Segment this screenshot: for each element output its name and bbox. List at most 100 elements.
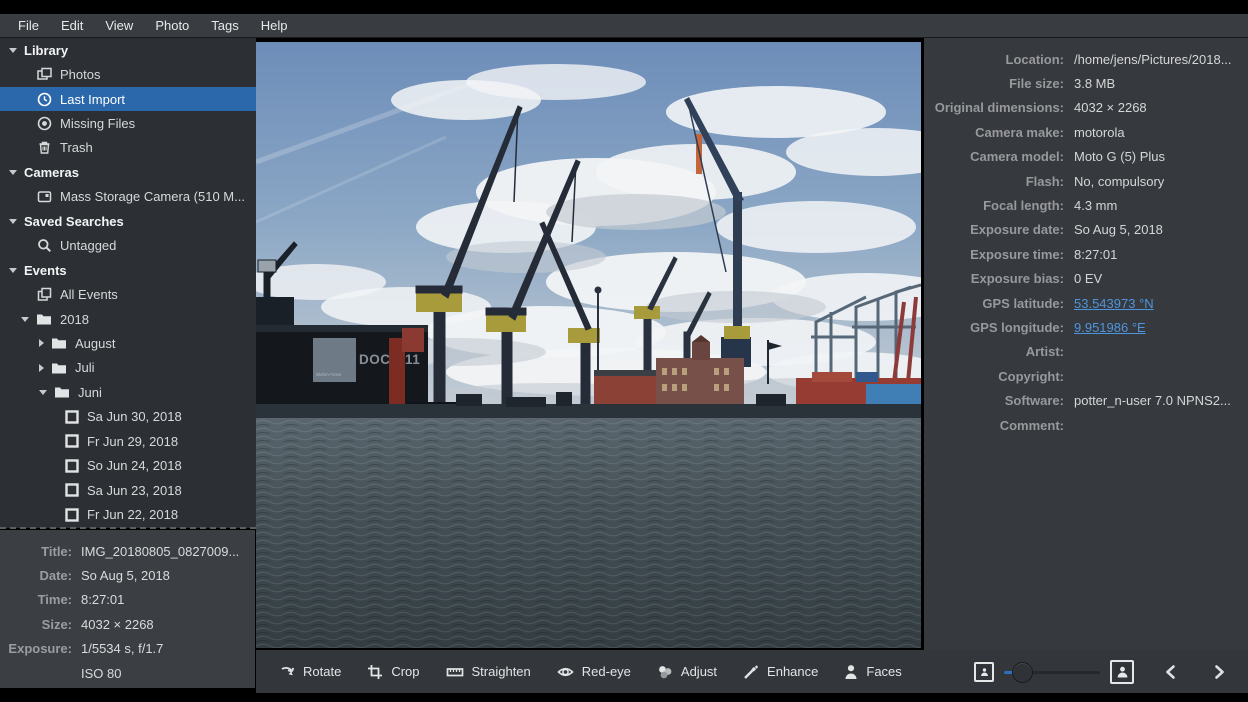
sidebar-item-event-date[interactable]: Fr Jun 22, 2018: [0, 502, 256, 526]
chevron-down-icon[interactable]: [21, 317, 29, 322]
sidebar-item-label: Fr Jun 22, 2018: [87, 507, 178, 522]
toolbar-button-label: Faces: [866, 664, 901, 679]
chevron-down-icon[interactable]: [9, 268, 17, 273]
folder-icon: [51, 361, 67, 375]
chevron-down-icon[interactable]: [9, 219, 17, 224]
detail-value: 8:27:01: [1074, 247, 1117, 262]
detail-row-exposure-time: Exposure time: 8:27:01: [924, 242, 1248, 266]
detail-row-file-size: File size: 3.8 MB: [924, 71, 1248, 95]
sidebar-header-cameras[interactable]: Cameras: [0, 160, 256, 184]
toolbar-button-label: Rotate: [303, 664, 341, 679]
folder-icon: [54, 385, 70, 399]
info-row-size: Size: 4032 × 2268: [0, 612, 255, 636]
toolbar-button-label: Adjust: [681, 664, 717, 679]
sidebar-item-missing-files[interactable]: Missing Files: [0, 111, 256, 135]
folder-icon: [36, 312, 52, 326]
sidebar-item-2018[interactable]: 2018: [0, 307, 256, 331]
zoom-slider-knob[interactable]: [1012, 662, 1033, 683]
menu-help[interactable]: Help: [250, 18, 299, 33]
next-photo-button[interactable]: [1202, 660, 1238, 684]
chevron-down-icon[interactable]: [9, 48, 17, 53]
gps-longitude-link[interactable]: 9.951986 °E: [1074, 320, 1146, 335]
detail-row-flash: Flash: No, compulsory: [924, 169, 1248, 193]
trash-icon: [37, 140, 52, 155]
detail-value: No, compulsory: [1074, 174, 1164, 189]
detail-row-comment: Comment:: [924, 413, 1248, 437]
menu-photo[interactable]: Photo: [144, 18, 200, 33]
menu-tags[interactable]: Tags: [200, 18, 249, 33]
sidebar-item-juli[interactable]: Juli: [0, 356, 256, 380]
sidebar-item-label: 2018: [60, 312, 89, 327]
chevron-right-icon[interactable]: [39, 364, 44, 372]
sidebar-header-events[interactable]: Events: [0, 258, 256, 282]
menu-edit[interactable]: Edit: [50, 18, 94, 33]
detail-row-focal-length: Focal length: 4.3 mm: [924, 193, 1248, 217]
info-row-iso: ISO 80: [0, 661, 255, 685]
event-date-icon: [65, 434, 79, 448]
detail-label: Flash:: [924, 174, 1064, 189]
sidebar-header-saved-searches[interactable]: Saved Searches: [0, 209, 256, 233]
info-value: So Aug 5, 2018: [81, 568, 170, 583]
menu-view[interactable]: View: [94, 18, 144, 33]
toolbar-button-label: Straighten: [472, 664, 531, 679]
detail-label: Comment:: [924, 418, 1064, 433]
detail-label: Camera make:: [924, 125, 1064, 140]
sidebar-header-label: Library: [24, 43, 68, 58]
gps-latitude-link[interactable]: 53.543973 °N: [1074, 296, 1154, 311]
sidebar-item-photos[interactable]: Photos: [0, 62, 256, 86]
clock-icon: [37, 92, 52, 107]
sidebar-item-event-date[interactable]: Sa Jun 23, 2018: [0, 478, 256, 502]
sidebar-item-mass-storage-camera[interactable]: Mass Storage Camera (510 M...: [0, 185, 256, 209]
info-label: Title:: [0, 544, 72, 559]
info-row-exposure: Exposure: 1/5534 s, f/1.7: [0, 637, 255, 661]
enhance-icon: [743, 664, 759, 680]
straighten-button[interactable]: Straighten: [433, 658, 544, 686]
toolbar-button-label: Red-eye: [582, 664, 631, 679]
detail-row-original-dimensions: Original dimensions: 4032 × 2268: [924, 96, 1248, 120]
info-value: 8:27:01: [81, 592, 124, 607]
crop-icon: [367, 664, 383, 680]
sidebar-item-event-date[interactable]: Fr Jun 29, 2018: [0, 429, 256, 453]
enhance-button[interactable]: Enhance: [730, 658, 831, 686]
sidebar-item-last-import[interactable]: Last Import: [0, 87, 256, 111]
adjust-button[interactable]: Adjust: [644, 658, 730, 686]
rotate-button[interactable]: Rotate: [266, 658, 354, 686]
sidebar-item-untagged[interactable]: Untagged: [0, 234, 256, 258]
sidebar-item-trash[interactable]: Trash: [0, 136, 256, 160]
photos-icon: [37, 67, 52, 82]
detail-label: File size:: [924, 76, 1064, 91]
previous-photo-button[interactable]: [1152, 660, 1188, 684]
sidebar-item-event-date[interactable]: Sa Jun 30, 2018: [0, 405, 256, 429]
menu-file[interactable]: File: [7, 18, 50, 33]
sidebar-header-library[interactable]: Library: [0, 38, 256, 62]
sidebar-item-event-date[interactable]: So Jun 24, 2018: [0, 453, 256, 477]
chevron-right-icon[interactable]: [39, 339, 44, 347]
faces-button[interactable]: Faces: [831, 658, 914, 686]
info-label: Size:: [0, 617, 72, 632]
detail-label: Location:: [924, 52, 1064, 67]
sidebar-item-august[interactable]: August: [0, 331, 256, 355]
toolbar-button-label: Crop: [391, 664, 419, 679]
folder-icon: [51, 336, 67, 350]
detail-row-gps-longitude: GPS longitude: 9.951986 °E: [924, 315, 1248, 339]
search-icon: [37, 238, 52, 253]
sidebar-item-juni[interactable]: Juni: [0, 380, 256, 404]
zoom-out-photo-icon[interactable]: [974, 662, 994, 682]
chevron-down-icon[interactable]: [39, 390, 47, 395]
sidebar-item-all-events[interactable]: All Events: [0, 282, 256, 306]
straighten-icon: [446, 664, 464, 680]
detail-label: Exposure time:: [924, 247, 1064, 262]
sidebar-item-label: All Events: [60, 287, 118, 302]
crop-button[interactable]: Crop: [354, 658, 432, 686]
detail-label: Copyright:: [924, 369, 1064, 384]
chevron-down-icon[interactable]: [9, 170, 17, 175]
zoom-in-photo-icon[interactable]: [1110, 660, 1134, 684]
detail-label: Exposure bias:: [924, 271, 1064, 286]
photo-viewport[interactable]: Blohm+Voss DOCK 11: [256, 38, 923, 650]
red-eye-button[interactable]: Red-eye: [544, 658, 644, 686]
top-black-strip: [0, 0, 1248, 14]
editing-toolbar: Rotate Crop Straighten Red-eye Adjust En…: [256, 650, 1248, 693]
zoom-slider[interactable]: [1004, 662, 1100, 682]
detail-label: Exposure date:: [924, 222, 1064, 237]
sidebar-item-label: Sa Jun 23, 2018: [87, 483, 182, 498]
